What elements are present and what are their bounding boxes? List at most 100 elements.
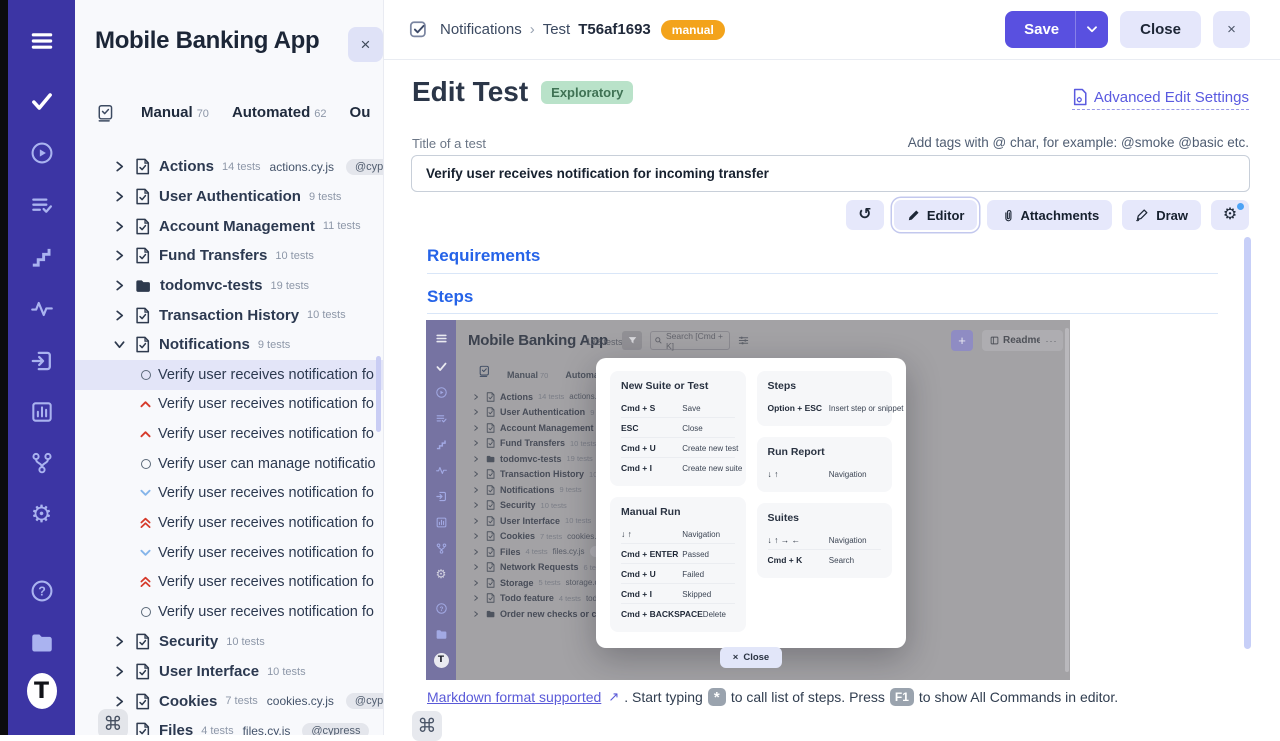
suite-name: Security bbox=[159, 633, 218, 650]
bar-chart-icon[interactable] bbox=[27, 397, 57, 427]
chevron-right-icon[interactable] bbox=[113, 696, 125, 707]
svg-text:?: ? bbox=[439, 605, 443, 612]
chevron-right-icon[interactable] bbox=[113, 310, 125, 321]
shortcut-key: Cmd + ENTER bbox=[621, 549, 682, 559]
dismiss-button[interactable]: × bbox=[1213, 11, 1250, 48]
tree-test-row[interactable]: Verify user receives notification fo bbox=[75, 538, 383, 568]
tree-test-row[interactable]: Verify user receives notification fo bbox=[75, 508, 383, 538]
tree-test-row[interactable]: Verify user receives notification fo bbox=[75, 360, 383, 390]
tree-test-row[interactable]: Verify user receives notification fo bbox=[75, 597, 383, 627]
help-icon[interactable]: ? bbox=[27, 576, 57, 606]
chevron-right-icon bbox=[472, 502, 480, 508]
suite-count: 10 tests bbox=[275, 250, 314, 262]
tree-suite-row[interactable]: Security10 tests bbox=[75, 627, 383, 657]
check-icon[interactable] bbox=[27, 86, 57, 116]
chevron-right-icon bbox=[472, 549, 480, 555]
shortcut-row: Cmd + ENTERPassed bbox=[621, 543, 735, 563]
tree-test-row[interactable]: Verify user receives notification fo bbox=[75, 479, 383, 509]
sign-in-icon[interactable] bbox=[27, 346, 57, 376]
tree-suite-row[interactable]: Notifications9 tests bbox=[75, 330, 383, 360]
suite-name: Actions bbox=[500, 392, 533, 402]
tree-scrollbar[interactable] bbox=[376, 356, 381, 432]
save-button[interactable]: Save bbox=[1005, 11, 1108, 48]
book-icon bbox=[990, 336, 999, 345]
requirements-heading[interactable]: Requirements bbox=[427, 246, 540, 266]
gear-icon[interactable]: ⚙ bbox=[27, 500, 57, 530]
chevron-down-icon[interactable] bbox=[1076, 26, 1108, 33]
tree-test-row[interactable]: Verify user receives notification fo bbox=[75, 568, 383, 598]
screenshot-tests-count: 132 tests bbox=[586, 337, 623, 347]
main-scrollbar[interactable] bbox=[1244, 237, 1251, 649]
close-button[interactable]: Close bbox=[1120, 11, 1201, 48]
editor-tab-button[interactable]: Editor bbox=[894, 200, 978, 230]
folder-icon bbox=[486, 454, 495, 464]
tree-suite-row[interactable]: User Interface10 tests bbox=[75, 657, 383, 687]
command-shortcut-badge[interactable]: ⌘ bbox=[98, 709, 128, 735]
test-title: Verify user receives notification fo bbox=[158, 426, 374, 442]
chevron-right-icon[interactable] bbox=[113, 250, 125, 261]
breadcrumb-section[interactable]: Notifications bbox=[440, 21, 522, 38]
steps-icon[interactable] bbox=[27, 242, 57, 272]
tree-suite-row[interactable]: Account Management11 tests bbox=[75, 211, 383, 241]
tree-test-row[interactable]: Verify user receives notification fo bbox=[75, 419, 383, 449]
tree-test-row[interactable]: Verify user receives notification fo bbox=[75, 390, 383, 420]
advanced-edit-settings-link[interactable]: Advanced Edit Settings bbox=[1072, 88, 1249, 110]
chevron-right-icon[interactable] bbox=[113, 280, 125, 291]
suite-name: User Authentication bbox=[500, 407, 585, 417]
markdown-link[interactable]: Markdown format supported bbox=[427, 689, 601, 705]
filter-icon bbox=[622, 331, 642, 350]
chevron-right-icon[interactable] bbox=[113, 161, 125, 172]
close-icon: × bbox=[361, 35, 371, 55]
close-icon: × bbox=[733, 652, 739, 663]
app-logo[interactable]: T bbox=[27, 676, 57, 706]
suite-doc-icon bbox=[486, 423, 495, 433]
draw-label: Draw bbox=[1156, 208, 1188, 223]
test-title-input[interactable] bbox=[411, 155, 1250, 192]
tab-ou[interactable]: Ou bbox=[350, 104, 371, 122]
suite-doc-icon bbox=[135, 633, 150, 650]
sliders-icon bbox=[738, 333, 749, 351]
suite-name: Todo feature bbox=[500, 593, 554, 603]
tree-suite-row[interactable]: User Authentication9 tests bbox=[75, 182, 383, 212]
tree-test-row[interactable]: Verify user can manage notificatio bbox=[75, 449, 383, 479]
history-button[interactable]: ↺ bbox=[846, 200, 884, 230]
panel-close-button[interactable]: × bbox=[348, 27, 383, 62]
chevron-right-icon bbox=[472, 394, 480, 400]
draw-pen-icon bbox=[1135, 208, 1149, 222]
chevron-right-icon[interactable] bbox=[113, 636, 125, 647]
command-shortcut-badge[interactable]: ⌘ bbox=[412, 711, 442, 741]
chevron-right-icon[interactable] bbox=[113, 666, 125, 677]
suite-count: 11 tests bbox=[323, 220, 361, 232]
menu-icon[interactable] bbox=[27, 26, 57, 56]
chevron-right-icon[interactable] bbox=[113, 221, 125, 232]
tree-suite-row[interactable]: Fund Transfers10 tests bbox=[75, 241, 383, 271]
suite-count: 5 tests bbox=[539, 578, 561, 587]
steps-heading[interactable]: Steps bbox=[427, 287, 473, 307]
checklist-icon[interactable] bbox=[27, 190, 57, 220]
shortcut-row: Cmd + UFailed bbox=[621, 563, 735, 583]
shortcut-row: Cmd + UCreate new test bbox=[621, 437, 735, 457]
tree-suite-row[interactable]: Transaction History10 tests bbox=[75, 300, 383, 330]
chevron-right-icon[interactable] bbox=[113, 191, 125, 202]
shortcut-card-title: Suites bbox=[768, 512, 882, 524]
suite-name: User Interface bbox=[159, 663, 259, 680]
pulse-icon[interactable] bbox=[27, 294, 57, 324]
chevron-down-icon[interactable] bbox=[113, 339, 125, 350]
test-title: Verify user receives notification fo bbox=[158, 396, 374, 412]
suite-name: User Interface bbox=[500, 516, 560, 526]
editor-settings-button[interactable]: ⚙ bbox=[1211, 200, 1249, 230]
tab-manual[interactable]: Manual70 bbox=[141, 104, 209, 122]
draw-button[interactable]: Draw bbox=[1122, 200, 1201, 230]
test-title: Verify user receives notification fo bbox=[158, 545, 374, 561]
git-branch-icon[interactable] bbox=[27, 448, 57, 478]
tree-suite-row[interactable]: todomvc-tests19 tests bbox=[75, 271, 383, 301]
folder-icon[interactable] bbox=[27, 628, 57, 658]
task-list-icon bbox=[478, 365, 490, 383]
suite-file: files.cy.js bbox=[553, 547, 585, 556]
attachments-button[interactable]: Attachments bbox=[987, 200, 1112, 230]
test-type-tabs: Manual70 Automated62 Ou bbox=[96, 100, 383, 126]
tab-automated[interactable]: Automated62 bbox=[232, 104, 327, 122]
shortcut-card-title: Run Report bbox=[768, 446, 882, 458]
play-circle-icon[interactable] bbox=[27, 138, 57, 168]
tree-suite-row[interactable]: Actions14 testsactions.cy.js@cypress bbox=[75, 152, 383, 182]
